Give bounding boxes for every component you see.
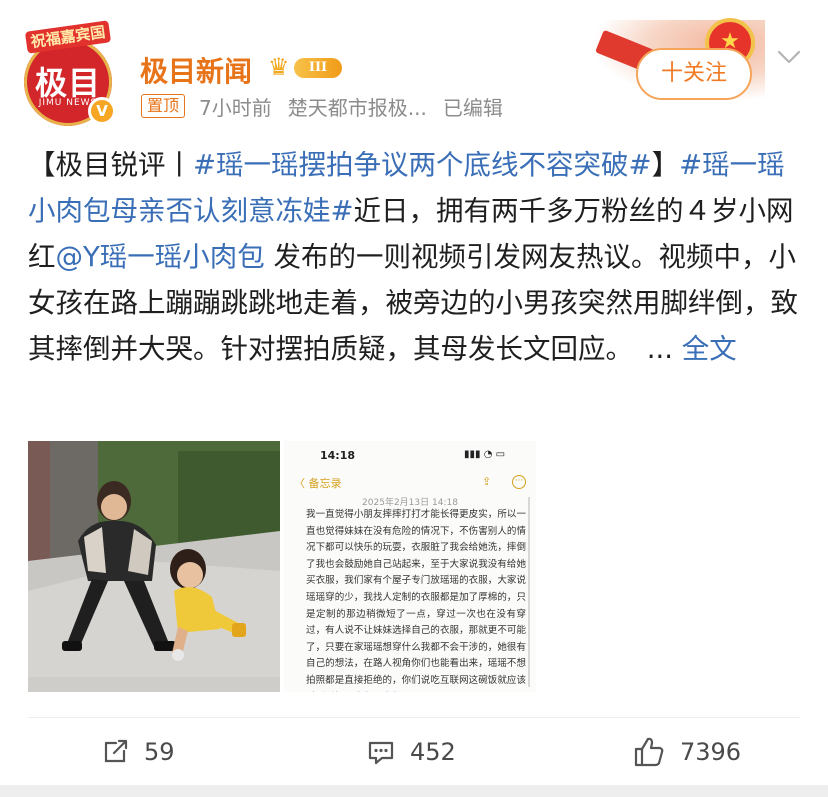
comment-icon xyxy=(368,741,394,765)
like-count: 7396 xyxy=(680,738,742,766)
signal-battery-icon: ▮▮▮ ◔ ▭ xyxy=(464,449,506,460)
vip-badge[interactable]: ♛ III xyxy=(268,54,344,80)
card-separator xyxy=(0,785,828,797)
follow-button[interactable]: 十关注 xyxy=(636,48,752,100)
screenshot-scrollbar xyxy=(528,497,530,687)
screenshot-time: 14:18 xyxy=(320,449,356,462)
repost-count: 59 xyxy=(144,738,175,766)
repost-icon xyxy=(104,739,128,763)
verified-badge-icon: V xyxy=(88,97,116,125)
edited-label[interactable]: 已编辑 xyxy=(443,92,503,121)
post-prefix: 【极目锐评丨 xyxy=(28,149,193,181)
post-source[interactable]: 楚天都市报极... xyxy=(288,92,427,121)
chevron-down-icon[interactable] xyxy=(776,44,802,70)
thumbs-up-icon xyxy=(634,737,664,767)
hashtag-link[interactable]: #瑶一瑶摆拍争议两个底线不容突破# xyxy=(193,149,652,181)
comment-button[interactable]: 452 xyxy=(366,734,456,770)
weibo-post-card: 极目 JIMU NEWS 祝福嘉宾国 V 极目新闻 ♛ III 置顶 7小时前 … xyxy=(0,0,828,785)
mention-link[interactable]: @Y瑶一瑶小肉包 xyxy=(56,241,265,273)
street-scene-image xyxy=(28,441,280,692)
vip-level: III xyxy=(294,58,342,78)
more-icon: ··· xyxy=(512,475,526,489)
footer-divider xyxy=(28,717,800,718)
post-bracket: 】 xyxy=(651,149,680,181)
post-text: 【极目锐评丨#瑶一瑶摆拍争议两个底线不容突破#】#瑶一瑶小肉包母亲否认刻意冻娃#… xyxy=(28,142,800,372)
repost-button[interactable]: 59 xyxy=(100,734,175,770)
like-button[interactable]: 7396 xyxy=(632,734,741,770)
pinned-tag: 置顶 xyxy=(141,94,186,118)
post-image-video-still[interactable] xyxy=(28,441,280,692)
expand-full-text-link[interactable]: 全文 xyxy=(682,333,737,365)
post-image-memo-screenshot[interactable]: 14:18 ▮▮▮ ◔ ▭ 〈 备忘录 ⇪ ··· 2025年2月13日 14:… xyxy=(284,441,536,692)
account-name[interactable]: 极目新闻 xyxy=(140,50,252,90)
screenshot-paragraph: 我一直觉得小朋友摔摔打打才能长得更皮实，所以一直也觉得妹妹在没有危险的情况下，不… xyxy=(306,509,526,692)
screenshot-back-label: 〈 备忘录 xyxy=(294,477,342,490)
post-time: 7小时前 xyxy=(199,95,272,120)
share-icon: ⇪ xyxy=(482,475,492,488)
comment-count: 452 xyxy=(410,738,456,766)
screenshot-nav-bar: 〈 备忘录 ⇪ ··· xyxy=(294,475,530,493)
post-meta: 置顶 7小时前 楚天都市报极... 已编辑 xyxy=(141,92,519,121)
screenshot-status-bar: 14:18 ▮▮▮ ◔ ▭ xyxy=(284,447,536,465)
